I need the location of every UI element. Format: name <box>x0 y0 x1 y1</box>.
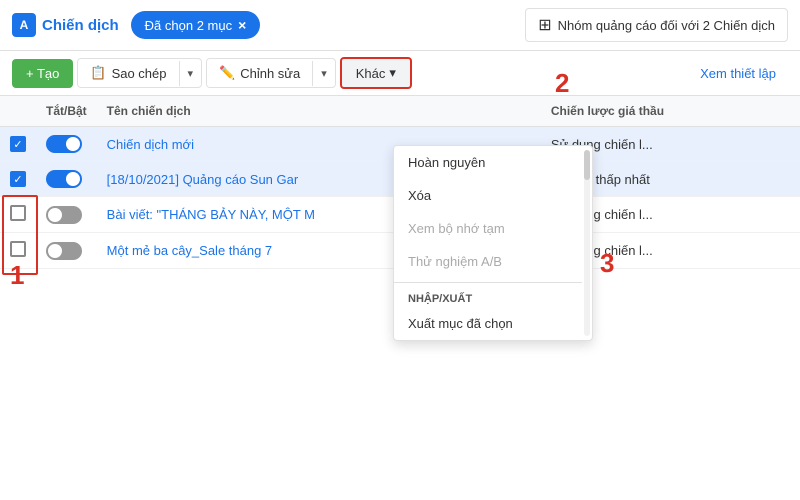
row-checkbox-cell[interactable]: ✓ <box>0 162 36 197</box>
dropdown-item-ab-test: Thử nghiệm A/B <box>394 245 582 278</box>
brand-label: Chiến dịch <box>42 17 119 34</box>
header-bar: A Chiến dịch Đã chọn 2 mục × ⊞ Nhóm quản… <box>0 0 800 51</box>
row-checkbox-cell[interactable] <box>0 197 36 233</box>
close-icon[interactable]: × <box>238 17 246 33</box>
dropdown-item-revert[interactable]: Hoàn nguyên <box>394 146 582 179</box>
campaign-group-button[interactable]: ⊞ Nhóm quảng cáo đối với 2 Chiến dịch <box>525 8 788 42</box>
table-header-row: Tắt/Bật Tên chiến dịch Chiến lược giá th… <box>0 96 800 127</box>
campaign-link[interactable]: Một mẻ ba cây_Sale tháng 7 <box>107 243 273 258</box>
toggle-on[interactable] <box>46 135 82 153</box>
edit-icon: ✏️ <box>219 65 235 81</box>
dropdown-item-delete[interactable]: Xóa <box>394 179 582 212</box>
row-toggle-cell[interactable] <box>36 233 97 269</box>
row-toggle-cell[interactable] <box>36 197 97 233</box>
th-strategy: Chiến lược giá thầu <box>541 96 800 127</box>
other-dropdown-arrow: ▾ <box>389 65 396 81</box>
campaign-link[interactable]: [18/10/2021] Quảng cáo Sun Gar <box>107 172 299 187</box>
create-button[interactable]: + Tạo <box>12 59 73 88</box>
edit-label: Chỉnh sửa <box>240 66 300 81</box>
checkbox-checked[interactable]: ✓ <box>10 136 26 152</box>
copy-button[interactable]: 📋 Sao chép <box>78 59 178 87</box>
row-toggle-cell[interactable] <box>36 162 97 197</box>
campaign-link[interactable]: Bài viết: "THÁNG BẢY NÀY, MỘT M <box>107 207 315 222</box>
row-toggle-cell[interactable] <box>36 127 97 162</box>
edit-dropdown-arrow[interactable]: ▾ <box>312 61 335 86</box>
other-button[interactable]: Khác ▾ <box>340 57 412 89</box>
scrollbar-thumb[interactable] <box>584 150 590 180</box>
selected-badge[interactable]: Đã chọn 2 mục × <box>131 11 261 39</box>
other-dropdown-menu: Hoàn nguyên Xóa Xem bộ nhớ tạm Thử nghiệ… <box>393 145 593 341</box>
dropdown-divider <box>394 282 582 283</box>
checkbox-empty[interactable] <box>10 205 26 221</box>
toggle-off[interactable] <box>46 206 82 224</box>
campaign-link[interactable]: Chiến dịch mới <box>107 137 194 152</box>
toggle-off[interactable] <box>46 242 82 260</box>
view-settings-button[interactable]: Xem thiết lập <box>688 60 788 87</box>
edit-button[interactable]: ✏️ Chỉnh sửa <box>207 59 312 87</box>
dropdown-item-clipboard: Xem bộ nhớ tạm <box>394 212 582 245</box>
copy-button-group: 📋 Sao chép ▾ <box>77 58 202 88</box>
edit-button-group: ✏️ Chỉnh sửa ▾ <box>206 58 336 88</box>
row-checkbox-cell[interactable]: ✓ <box>0 127 36 162</box>
row-checkbox-cell[interactable] <box>0 233 36 269</box>
checkbox-checked[interactable]: ✓ <box>10 171 26 187</box>
other-label: Khác <box>356 66 386 81</box>
brand-logo: A Chiến dịch <box>12 13 119 37</box>
copy-label: Sao chép <box>112 66 167 81</box>
dropdown-item-export-selected[interactable]: Xuất mục đã chọn <box>394 307 582 340</box>
copy-icon: 📋 <box>90 65 106 81</box>
grid-icon: ⊞ <box>538 15 551 35</box>
th-checkbox <box>0 96 36 127</box>
campaign-group-label: Nhóm quảng cáo đối với 2 Chiến dịch <box>558 18 775 33</box>
dropdown-scrollbar-container: Hoàn nguyên Xóa Xem bộ nhớ tạm Thử nghiệ… <box>394 146 592 340</box>
selected-badge-label: Đã chọn 2 mục <box>145 18 232 33</box>
brand-icon: A <box>12 13 36 37</box>
th-toggle: Tắt/Bật <box>36 96 97 127</box>
scrollbar-track[interactable] <box>584 150 590 336</box>
dropdown-items-list: Hoàn nguyên Xóa Xem bộ nhớ tạm Thử nghiệ… <box>394 146 582 340</box>
checkbox-empty[interactable] <box>10 241 26 257</box>
copy-dropdown-arrow[interactable]: ▾ <box>179 61 202 86</box>
th-name: Tên chiến dịch <box>97 96 541 127</box>
toggle-on[interactable] <box>46 170 82 188</box>
dropdown-section-import-export: Nhập/Xuất <box>394 287 582 307</box>
toolbar: + Tạo 📋 Sao chép ▾ ✏️ Chỉnh sửa ▾ Khác ▾… <box>0 51 800 96</box>
